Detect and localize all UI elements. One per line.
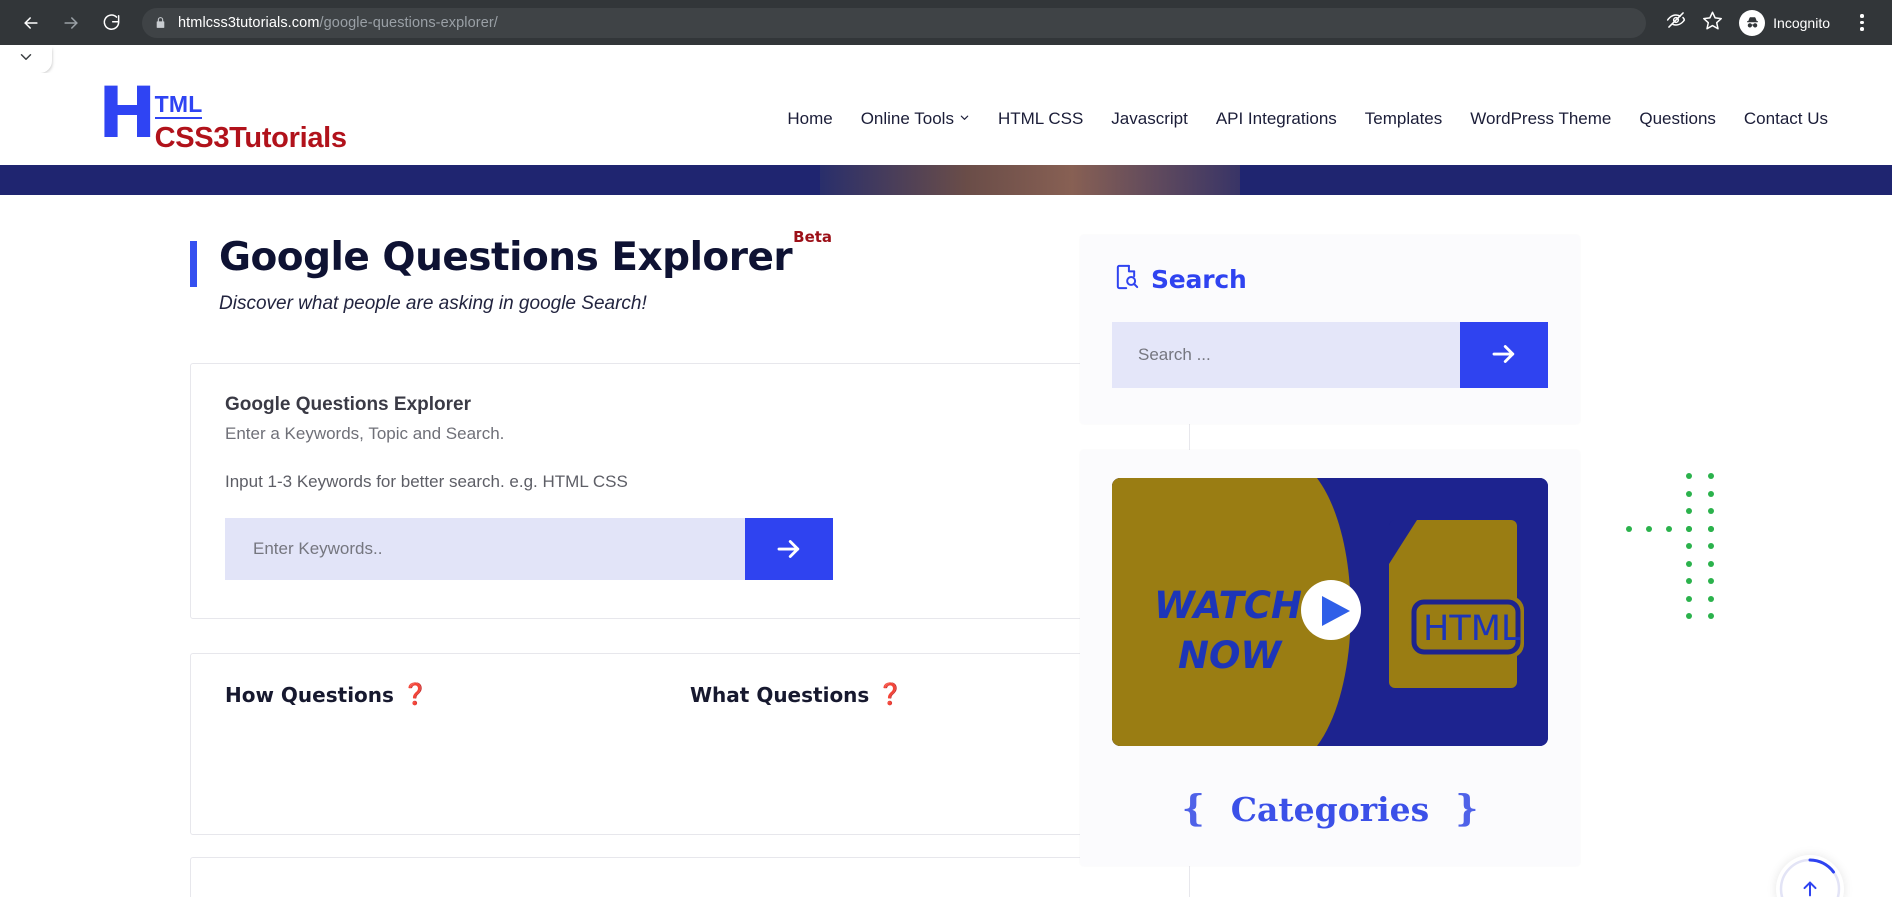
svg-text:HTML: HTML — [1423, 609, 1521, 649]
arrow-up-icon — [1799, 878, 1821, 897]
document-search-icon — [1112, 263, 1140, 296]
page-subtitle: Discover what people are asking in googl… — [219, 293, 647, 314]
svg-text:WATCH: WATCH — [1154, 584, 1302, 627]
explorer-card-subtitle: Enter a Keywords, Topic and Search. — [225, 424, 505, 443]
logo-tml: TML — [154, 91, 203, 119]
main-column: Google Questions ExplorerBeta Discover w… — [0, 228, 1190, 897]
nav-label: Online Tools — [860, 109, 954, 128]
site-header: H TML CSS3Tutorials Home Online Tools HT… — [0, 73, 1892, 165]
how-questions-heading: How Questions ❓ — [225, 682, 690, 707]
categories-heading: { Categories } — [1112, 788, 1548, 830]
svg-text:NOW: NOW — [1178, 634, 1283, 677]
sidebar-search-input[interactable] — [1112, 322, 1460, 388]
nav-item-questions[interactable]: Questions — [1639, 109, 1716, 129]
question-mark-icon: ❓ — [401, 682, 429, 706]
explorer-card-title: Google Questions Explorer — [225, 394, 471, 415]
search-widget-title: Search — [1151, 265, 1247, 294]
brace-close: } — [1455, 788, 1479, 830]
browser-toolbar: htmlcss3tutorials.com/google-questions-e… — [0, 0, 1892, 45]
back-arrow-icon — [21, 13, 41, 33]
three-dot-menu-icon — [1860, 14, 1864, 31]
chevron-down-icon — [17, 48, 35, 71]
tab-strip — [0, 45, 1892, 73]
how-questions-label: How Questions — [225, 682, 394, 707]
explorer-card-hint: Input 1-3 Keywords for better search. e.… — [225, 472, 628, 491]
content-area: Google Questions ExplorerBeta Discover w… — [0, 195, 1892, 897]
sidebar-search-button[interactable] — [1460, 322, 1548, 388]
categories-widget: WATCH NOW HTML {Categories} — [1080, 450, 1580, 866]
forward-arrow-icon — [61, 13, 81, 33]
nav-label: Templates — [1364, 109, 1443, 128]
nav-item-contact-us[interactable]: Contact Us — [1744, 109, 1828, 129]
sidebar-search-form — [1112, 322, 1548, 388]
tab-search-button[interactable] — [0, 45, 52, 73]
page-title-block: Google Questions ExplorerBeta — [190, 228, 1060, 287]
logo-css3tutorials: CSS3Tutorials — [154, 122, 347, 154]
nav-label: Contact Us — [1743, 109, 1828, 128]
nav-item-home[interactable]: Home — [787, 109, 832, 129]
nav-item-templates[interactable]: Templates — [1365, 109, 1442, 129]
forward-button[interactable] — [54, 6, 88, 40]
keyword-input[interactable] — [225, 518, 745, 580]
page-title-text: Google Questions Explorer — [219, 235, 793, 280]
arrow-right-icon — [1489, 339, 1519, 372]
url-path: /google-questions-explorer/ — [319, 14, 498, 31]
question-mark-icon: ❓ — [877, 682, 904, 706]
logo-letter-h: H — [98, 73, 157, 154]
reload-icon — [102, 13, 121, 32]
eye-slash-icon — [1666, 10, 1686, 35]
page-content: H TML CSS3Tutorials Home Online Tools HT… — [0, 73, 1892, 897]
promo-artwork: WATCH NOW HTML — [1112, 478, 1548, 746]
hero-banner-image — [820, 165, 1240, 195]
nav-item-online-tools[interactable]: Online Tools — [861, 109, 970, 129]
nav-label: HTML CSS — [997, 109, 1084, 128]
questions-card-secondary — [190, 857, 1190, 897]
profile-button[interactable]: Incognito — [1736, 7, 1842, 39]
sidebar: Search WATCH N — [1060, 235, 1600, 897]
nav-label: WordPress Theme — [1470, 109, 1612, 128]
nav-label: Home — [787, 109, 833, 128]
reload-button[interactable] — [94, 6, 128, 40]
nav-label: API Integrations — [1215, 109, 1337, 128]
back-button[interactable] — [14, 6, 48, 40]
what-questions-label: What Questions — [690, 682, 870, 707]
explorer-card: Google Questions Explorer Enter a Keywor… — [190, 363, 1190, 619]
search-widget: Search — [1080, 235, 1580, 424]
tracking-protection-button[interactable] — [1660, 7, 1692, 39]
watch-now-promo-banner[interactable]: WATCH NOW HTML — [1112, 478, 1548, 746]
title-accent-bar — [190, 241, 197, 287]
site-logo[interactable]: H TML CSS3Tutorials — [98, 73, 347, 154]
page-title: Google Questions ExplorerBeta — [219, 228, 832, 280]
nav-item-wordpress-theme[interactable]: WordPress Theme — [1470, 109, 1611, 129]
nav-label: Questions — [1639, 109, 1716, 128]
questions-card: How Questions ❓ What Questions ❓ — [190, 653, 1190, 835]
hero-banner-strip — [0, 165, 1892, 195]
arrow-right-icon — [774, 534, 804, 564]
incognito-icon — [1739, 9, 1766, 36]
keyword-submit-button[interactable] — [745, 518, 833, 580]
keyword-search-form — [225, 518, 833, 580]
profile-label: Incognito — [1773, 14, 1830, 31]
search-widget-header: Search — [1112, 263, 1548, 296]
url-domain: htmlcss3tutorials.com — [178, 14, 320, 31]
nav-item-html-css[interactable]: HTML CSS — [998, 109, 1083, 129]
address-bar[interactable]: htmlcss3tutorials.com/google-questions-e… — [142, 7, 1647, 38]
lock-icon — [154, 16, 167, 29]
star-icon — [1702, 10, 1723, 36]
nav-item-api-integrations[interactable]: API Integrations — [1216, 109, 1337, 129]
nav-item-javascript[interactable]: Javascript — [1111, 109, 1188, 129]
url-text: htmlcss3tutorials.com/google-questions-e… — [178, 15, 498, 31]
chevron-down-icon — [959, 112, 970, 126]
beta-badge: Beta — [793, 228, 833, 246]
how-questions-column: How Questions ❓ — [225, 682, 690, 806]
categories-title: Categories — [1230, 789, 1430, 829]
brace-open: { — [1181, 788, 1205, 830]
chrome-menu-button[interactable] — [1846, 7, 1878, 39]
nav-label: Javascript — [1111, 109, 1188, 128]
scroll-to-top-button[interactable] — [1776, 855, 1844, 897]
bookmark-button[interactable] — [1696, 7, 1728, 39]
logo-text-stack: TML CSS3Tutorials — [154, 91, 347, 154]
toolbar-right-actions: Incognito — [1660, 7, 1878, 39]
main-navigation: Home Online Tools HTML CSS Javascript AP… — [787, 109, 1828, 129]
